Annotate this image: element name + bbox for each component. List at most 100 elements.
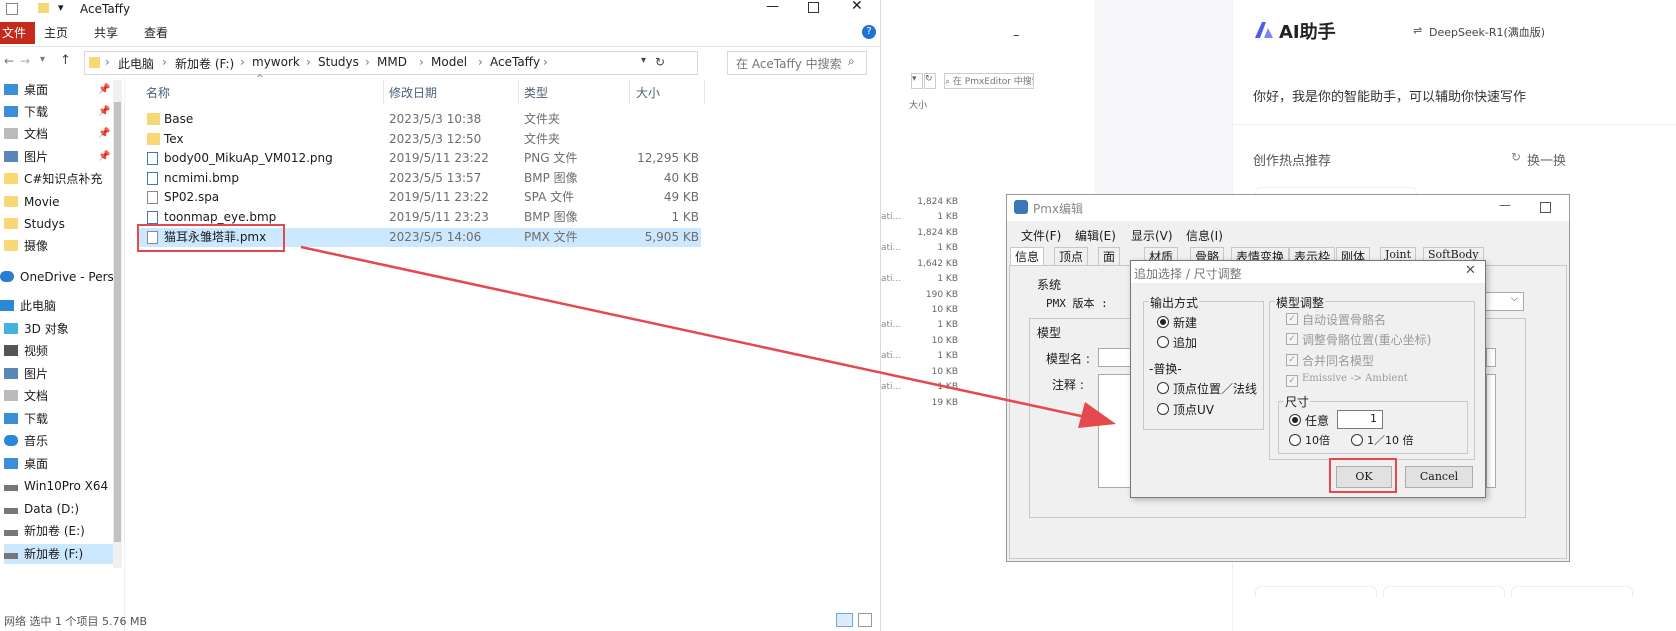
close-icon[interactable]: ✕ <box>1465 263 1476 278</box>
maximize-icon[interactable] <box>1540 202 1551 213</box>
model-switch-icon[interactable]: ⇌ <box>1413 24 1422 37</box>
nav-item-documents[interactable]: 文档 📌 <box>4 124 120 144</box>
nav-item-downloads-pc[interactable]: 下载 <box>4 409 120 429</box>
file-row[interactable]: SP02.spa 2019/5/11 23:22 SPA 文件 49 KB <box>138 188 701 207</box>
close-icon[interactable]: ✕ <box>851 0 863 14</box>
breadcrumb-separator: › <box>365 55 370 69</box>
minimize-icon[interactable]: — <box>766 0 779 14</box>
forward-icon[interactable]: → <box>20 54 30 68</box>
tab-face[interactable]: 面 <box>1098 247 1121 265</box>
nav-item-studys[interactable]: Studys <box>4 214 120 234</box>
nav-item-movie[interactable]: Movie <box>4 192 120 212</box>
prompt-chip[interactable] <box>1255 586 1377 597</box>
nav-item-3d-objects[interactable]: 3D 对象 <box>4 319 120 339</box>
nav-scrollbar[interactable] <box>113 80 122 568</box>
radio-size-custom[interactable] <box>1289 414 1301 426</box>
nav-item-onedrive[interactable]: OneDrive - Perso <box>0 267 121 287</box>
column-divider[interactable] <box>704 80 705 104</box>
menu-edit[interactable]: 编辑(E) <box>1075 227 1116 244</box>
tab-info[interactable]: 信息 <box>1010 247 1045 265</box>
nav-item-music[interactable]: 音乐 <box>4 431 120 451</box>
column-size[interactable]: 大小 <box>636 84 660 101</box>
quick-access-chevron-icon[interactable]: ▾ <box>58 1 64 14</box>
search-input[interactable]: 在 AceTaffy 中搜索 ⌕ <box>727 51 867 75</box>
checkbox-adjust-bone-position[interactable]: ✓ <box>1286 333 1298 345</box>
breadcrumb-model[interactable]: Model <box>431 55 467 69</box>
nav-item-documents-pc[interactable]: 文档 <box>4 386 120 406</box>
breadcrumb-this-pc[interactable]: 此电脑 <box>118 55 154 72</box>
prompt-chip[interactable] <box>1511 586 1633 597</box>
recent-chevron-icon[interactable]: ▾ <box>40 54 45 65</box>
breadcrumb-acetaffy[interactable]: AceTaffy <box>490 55 540 69</box>
nav-item-this-pc[interactable]: 此电脑 <box>0 296 116 316</box>
menu-file[interactable]: 文件(F) <box>1021 227 1061 244</box>
checkbox-auto-bone-name[interactable]: ✓ <box>1286 313 1298 325</box>
nav-item-drive-d[interactable]: Data (D:) <box>4 499 120 519</box>
nav-item-drive-c[interactable]: Win10Pro X64 <box>4 476 120 496</box>
column-divider[interactable] <box>629 80 630 104</box>
nav-item-drive-f[interactable]: 新加卷 (F:) <box>4 544 120 564</box>
breadcrumb-drive-f[interactable]: 新加卷 (F:) <box>175 55 234 72</box>
column-type[interactable]: 类型 <box>524 84 548 101</box>
address-bar[interactable]: › 此电脑 › 新加卷 (F:) › mywork › Studys › MMD… <box>84 51 698 75</box>
column-divider[interactable] <box>383 80 384 104</box>
navigation-pane: 桌面 📌 下载 📌 文档 📌 图片 📌 C#知识点补充 Movie Studys 摄像 … <box>0 78 125 631</box>
tab-vertex[interactable]: 顶点 <box>1054 247 1089 265</box>
menu-view[interactable]: 显示(V) <box>1131 227 1173 244</box>
radio-size-tenth[interactable] <box>1351 434 1363 446</box>
refresh-icon[interactable]: ↻ <box>1511 150 1521 164</box>
nav-item-pictures[interactable]: 图片 📌 <box>4 147 120 167</box>
radio-size-10x[interactable] <box>1289 434 1301 446</box>
tab-file[interactable]: 文件 <box>0 22 35 44</box>
replace-label: -普换- <box>1149 362 1182 376</box>
cancel-button[interactable]: Cancel <box>1405 466 1473 488</box>
minimize-icon[interactable]: — <box>1499 198 1511 212</box>
maximize-icon[interactable] <box>808 2 819 13</box>
comment-en-textarea[interactable] <box>1486 374 1496 488</box>
details-view-icon[interactable] <box>836 613 853 627</box>
back-icon[interactable]: ← <box>4 54 14 68</box>
nav-scrollbar-thumb[interactable] <box>114 102 121 542</box>
size-value-input[interactable]: 1 <box>1337 410 1383 429</box>
refresh-topics-button[interactable]: 换一换 <box>1527 150 1566 169</box>
checkbox-emissive-ambient[interactable]: ✓ <box>1286 375 1298 387</box>
checkbox-merge-same-name[interactable]: ✓ <box>1286 354 1298 366</box>
breadcrumb-mmd[interactable]: MMD <box>377 55 407 69</box>
column-date[interactable]: 修改日期 <box>389 84 437 101</box>
file-row[interactable]: Tex 2023/5/3 12:50 文件夹 <box>138 130 701 149</box>
tab-home[interactable]: 主页 <box>44 24 68 41</box>
file-row[interactable]: ncmimi.bmp 2023/5/5 13:57 BMP 图像 40 KB <box>138 169 701 188</box>
tab-share[interactable]: 共享 <box>94 24 118 41</box>
breadcrumb-studys[interactable]: Studys <box>318 55 359 69</box>
model-name-en-input[interactable] <box>1486 348 1496 367</box>
nav-item-desktop-pc[interactable]: 桌面 <box>4 454 120 474</box>
nav-item-pictures-pc[interactable]: 图片 <box>4 364 120 384</box>
nav-item-csharp[interactable]: C#知识点补充 <box>4 169 120 189</box>
nav-item-videos[interactable]: 视频 <box>4 341 120 361</box>
file-row[interactable]: Base 2023/5/3 10:38 文件夹 <box>138 110 701 129</box>
radio-vertex-uv[interactable] <box>1157 403 1169 415</box>
nav-item-drive-e[interactable]: 新加卷 (E:) <box>4 521 120 541</box>
breadcrumb-mywork[interactable]: mywork <box>252 55 300 69</box>
column-divider[interactable] <box>518 80 519 104</box>
radio-new[interactable] <box>1157 316 1169 328</box>
file-row[interactable]: body00_MikuAp_VM012.png 2019/5/11 23:22 … <box>138 149 701 168</box>
large-icons-view-icon[interactable] <box>858 613 872 627</box>
prompt-chip[interactable] <box>1383 586 1505 597</box>
menu-info[interactable]: 信息(I) <box>1186 227 1223 244</box>
nav-item-downloads[interactable]: 下载 📌 <box>4 102 120 122</box>
help-icon[interactable]: ? <box>862 25 876 39</box>
radio-append[interactable] <box>1157 336 1169 348</box>
radio-vertex-position[interactable] <box>1157 382 1169 394</box>
up-icon[interactable]: ↑ <box>60 53 71 68</box>
file-date: 2023/5/3 12:50 <box>389 132 482 146</box>
nav-item-desktop[interactable]: 桌面 📌 <box>4 80 120 100</box>
refresh-icon[interactable]: ↻ <box>655 55 665 69</box>
nav-item-camera[interactable]: 摄像 <box>4 236 120 256</box>
file-name: body00_MikuAp_VM012.png <box>164 151 333 165</box>
column-name[interactable]: 名称 <box>146 84 170 101</box>
tab-view[interactable]: 查看 <box>144 24 168 41</box>
model-selector[interactable]: DeepSeek-R1(满血版) <box>1429 24 1545 40</box>
file-date: 2023/5/5 13:57 <box>389 171 482 185</box>
address-dropdown-icon[interactable]: ▾ <box>641 55 646 66</box>
